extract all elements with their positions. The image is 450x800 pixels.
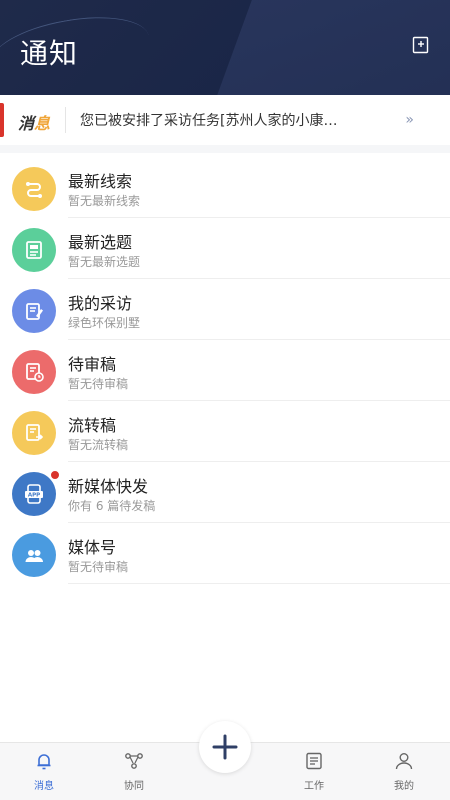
tab-messages[interactable]: 消息 — [14, 751, 74, 792]
more-arrow-icon[interactable]: » — [405, 112, 414, 128]
page-title: 通知 — [20, 37, 79, 70]
item-title: 待审稿 — [68, 355, 117, 374]
collaborate-icon — [125, 753, 143, 769]
item-subtitle: 暂无最新选题 — [68, 255, 141, 269]
notification-list: 最新线索 暂无最新线索 最新选题 暂无最新选题 我的采访 绿色环保别墅 待审稿 … — [0, 157, 450, 584]
tab-work[interactable]: 工作 — [284, 751, 344, 792]
review-icon — [12, 350, 56, 394]
message-banner[interactable]: 消息 您已被安排了采访任务[苏州人家的小康… » — [0, 95, 450, 153]
tab-profile[interactable]: 我的 — [374, 751, 434, 792]
media-account-icon — [12, 533, 56, 577]
unread-badge — [50, 470, 60, 480]
item-title: 媒体号 — [68, 538, 117, 557]
app-icon: APP — [12, 472, 56, 516]
bell-icon — [37, 754, 51, 770]
tab-label: 工作 — [304, 781, 324, 792]
item-title: 流转稿 — [68, 416, 117, 435]
add-button[interactable] — [199, 721, 251, 773]
item-subtitle: 暂无最新线索 — [68, 194, 141, 208]
item-title: 新媒体快发 — [68, 477, 149, 496]
list-item-media-account[interactable]: 媒体号 暂无待审稿 — [0, 523, 450, 584]
message-text[interactable]: 您已被安排了采访任务[苏州人家的小康… — [80, 110, 380, 130]
item-title: 最新选题 — [68, 233, 133, 252]
list-item-interview[interactable]: 我的采访 绿色环保别墅 — [0, 279, 450, 340]
transfer-icon — [12, 411, 56, 455]
topic-icon — [12, 228, 56, 272]
list-item-transfer[interactable]: 流转稿 暂无流转稿 — [0, 401, 450, 462]
tab-label: 消息 — [34, 781, 54, 792]
banner-accent — [0, 103, 4, 137]
item-subtitle: 你有 6 篇待发稿 — [68, 499, 156, 513]
item-title: 我的采访 — [68, 294, 133, 313]
tab-label: 我的 — [394, 781, 414, 792]
header: 通知 — [0, 0, 450, 95]
item-subtitle: 暂无流转稿 — [68, 438, 129, 452]
message-logo: 消息 — [18, 114, 51, 133]
divider — [68, 583, 450, 584]
list-item-topic[interactable]: 最新选题 暂无最新选题 — [0, 218, 450, 279]
interview-icon — [12, 289, 56, 333]
edit-icon[interactable] — [412, 36, 430, 54]
clue-icon — [12, 167, 56, 211]
banner-divider — [65, 107, 66, 133]
tab-label: 协同 — [124, 781, 144, 792]
list-item-new-media[interactable]: APP 新媒体快发 你有 6 篇待发稿 — [0, 462, 450, 523]
item-subtitle: 暂无待审稿 — [68, 560, 129, 574]
plus-icon — [212, 734, 238, 760]
tab-collaborate[interactable]: 协同 — [104, 751, 164, 792]
item-subtitle: 绿色环保别墅 — [68, 316, 141, 330]
work-icon — [306, 752, 322, 770]
list-item-review[interactable]: 待审稿 暂无待审稿 — [0, 340, 450, 401]
item-subtitle: 暂无待审稿 — [68, 377, 129, 391]
item-title: 最新线索 — [68, 172, 133, 191]
bottom-tab-bar: 消息 协同 工作 我的 — [0, 721, 450, 800]
svg-text:APP: APP — [28, 493, 40, 499]
profile-icon — [395, 753, 413, 770]
list-item-clue[interactable]: 最新线索 暂无最新线索 — [0, 157, 450, 218]
